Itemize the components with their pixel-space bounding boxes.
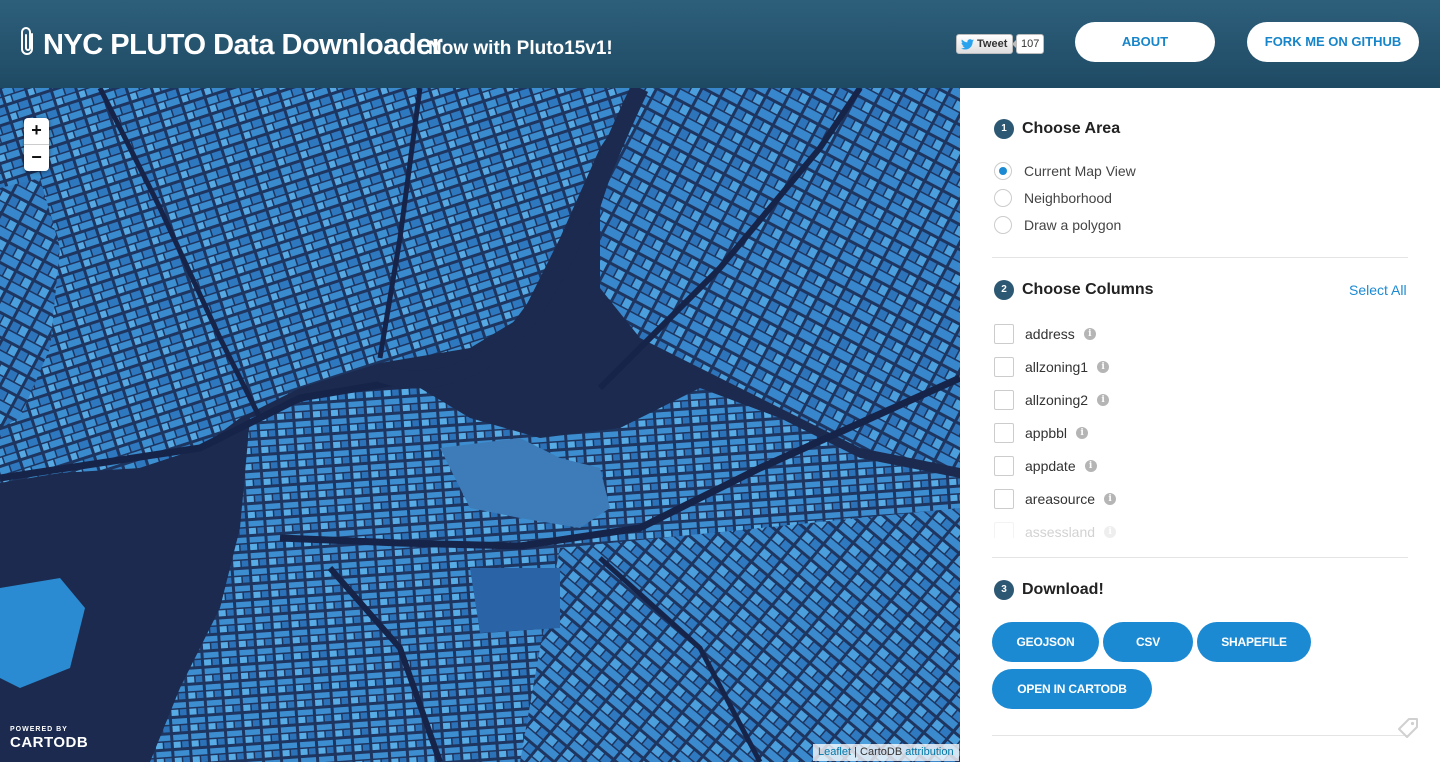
- column-item-appbbl[interactable]: appbbl i: [994, 423, 1089, 443]
- info-icon[interactable]: i: [1084, 460, 1097, 472]
- radio-label: Current Map View: [1024, 163, 1136, 179]
- tag-icon[interactable]: [1396, 716, 1420, 740]
- column-label: appdate: [1025, 458, 1076, 474]
- radio-button[interactable]: [994, 162, 1012, 180]
- tweet-count: 107: [1011, 34, 1045, 54]
- info-icon[interactable]: i: [1104, 493, 1117, 505]
- column-label: areasource: [1025, 491, 1096, 507]
- step-title: Choose Area: [1022, 120, 1121, 137]
- tweet-button[interactable]: Tweet: [956, 34, 1014, 54]
- info-icon[interactable]: i: [1104, 526, 1117, 538]
- info-icon[interactable]: i: [1076, 427, 1089, 439]
- shapefile-button[interactable]: SHAPEFILE: [1197, 622, 1311, 662]
- cartodb-attribution-link[interactable]: attribution: [905, 746, 953, 758]
- radio-button[interactable]: [994, 216, 1012, 234]
- info-icon[interactable]: i: [1097, 361, 1110, 373]
- cartodb-logo[interactable]: POWERED BY CARTODB: [10, 726, 88, 751]
- column-item-appdate[interactable]: appdate i: [994, 456, 1097, 476]
- zoom-in-button[interactable]: +: [24, 118, 49, 145]
- checkbox[interactable]: [994, 522, 1014, 538]
- column-item-areasource[interactable]: areasource i: [994, 489, 1117, 509]
- section-divider: [992, 557, 1408, 558]
- app-title: NYC PLUTO Data Downloader: [43, 29, 443, 61]
- tweet-label: Tweet: [977, 38, 1008, 50]
- step-title: Download!: [1022, 581, 1104, 598]
- attribution-separator: | CartoDB: [851, 746, 906, 758]
- sidebar-panel: 1 Choose Area Current Map View Neighborh…: [960, 88, 1440, 762]
- twitter-bird-icon: [961, 38, 974, 50]
- map-attribution: Leaflet | CartoDB attribution: [813, 744, 959, 761]
- about-button[interactable]: ABOUT: [1075, 22, 1215, 62]
- step-choose-area: 1 Choose Area: [994, 119, 1120, 139]
- zoom-control: + −: [24, 118, 49, 171]
- step-choose-columns: 2 Choose Columns: [994, 280, 1154, 300]
- paperclip-icon: [21, 27, 33, 55]
- column-label: assessland: [1025, 524, 1096, 538]
- step-title: Choose Columns: [1022, 281, 1154, 298]
- column-list[interactable]: address i allzoning1 i allzoning2 i appb…: [994, 318, 1374, 538]
- app-header: NYC PLUTO Data Downloader Now with Pluto…: [0, 0, 1440, 88]
- radio-label: Neighborhood: [1024, 190, 1112, 206]
- step-number: 3: [994, 580, 1014, 600]
- radio-label: Draw a polygon: [1024, 217, 1122, 233]
- info-icon[interactable]: i: [1083, 328, 1096, 340]
- column-label: allzoning2: [1025, 392, 1089, 408]
- radio-neighborhood[interactable]: Neighborhood: [994, 189, 1112, 207]
- step-number: 2: [994, 280, 1014, 300]
- column-label: appbbl: [1025, 425, 1068, 441]
- radio-draw-polygon[interactable]: Draw a polygon: [994, 216, 1121, 234]
- fork-github-button[interactable]: FORK ME ON GITHUB: [1247, 22, 1419, 62]
- zoom-out-button[interactable]: −: [24, 145, 49, 171]
- radio-current-map-view[interactable]: Current Map View: [994, 162, 1136, 180]
- column-label: address: [1025, 326, 1075, 342]
- geojson-button[interactable]: GEOJSON: [992, 622, 1099, 662]
- checkbox[interactable]: [994, 324, 1014, 344]
- open-in-cartodb-button[interactable]: OPEN IN CARTODB: [992, 669, 1152, 709]
- radio-button[interactable]: [994, 189, 1012, 207]
- map-view[interactable]: + −: [0, 88, 960, 762]
- step-number: 1: [994, 119, 1014, 139]
- leaflet-link[interactable]: Leaflet: [818, 746, 851, 758]
- section-divider: [992, 257, 1408, 258]
- map-tiles[interactable]: [0, 88, 960, 762]
- cartodb-wordmark: CARTODB: [10, 734, 89, 751]
- csv-button[interactable]: CSV: [1103, 622, 1193, 662]
- select-all-link[interactable]: Select All: [1349, 282, 1407, 298]
- app-subtitle: Now with Pluto15v1!: [428, 38, 613, 59]
- section-divider: [992, 735, 1408, 736]
- checkbox[interactable]: [994, 423, 1014, 443]
- column-item-assessland[interactable]: assessland i: [994, 522, 1117, 538]
- column-item-allzoning2[interactable]: allzoning2 i: [994, 390, 1110, 410]
- info-icon[interactable]: i: [1097, 394, 1110, 406]
- checkbox[interactable]: [994, 489, 1014, 509]
- powered-by-label: POWERED BY: [10, 726, 68, 733]
- column-item-allzoning1[interactable]: allzoning1 i: [994, 357, 1110, 377]
- step-download: 3 Download!: [994, 580, 1104, 600]
- checkbox[interactable]: [994, 390, 1014, 410]
- column-item-address[interactable]: address i: [994, 324, 1096, 344]
- checkbox[interactable]: [994, 357, 1014, 377]
- checkbox[interactable]: [994, 456, 1014, 476]
- column-label: allzoning1: [1025, 359, 1089, 375]
